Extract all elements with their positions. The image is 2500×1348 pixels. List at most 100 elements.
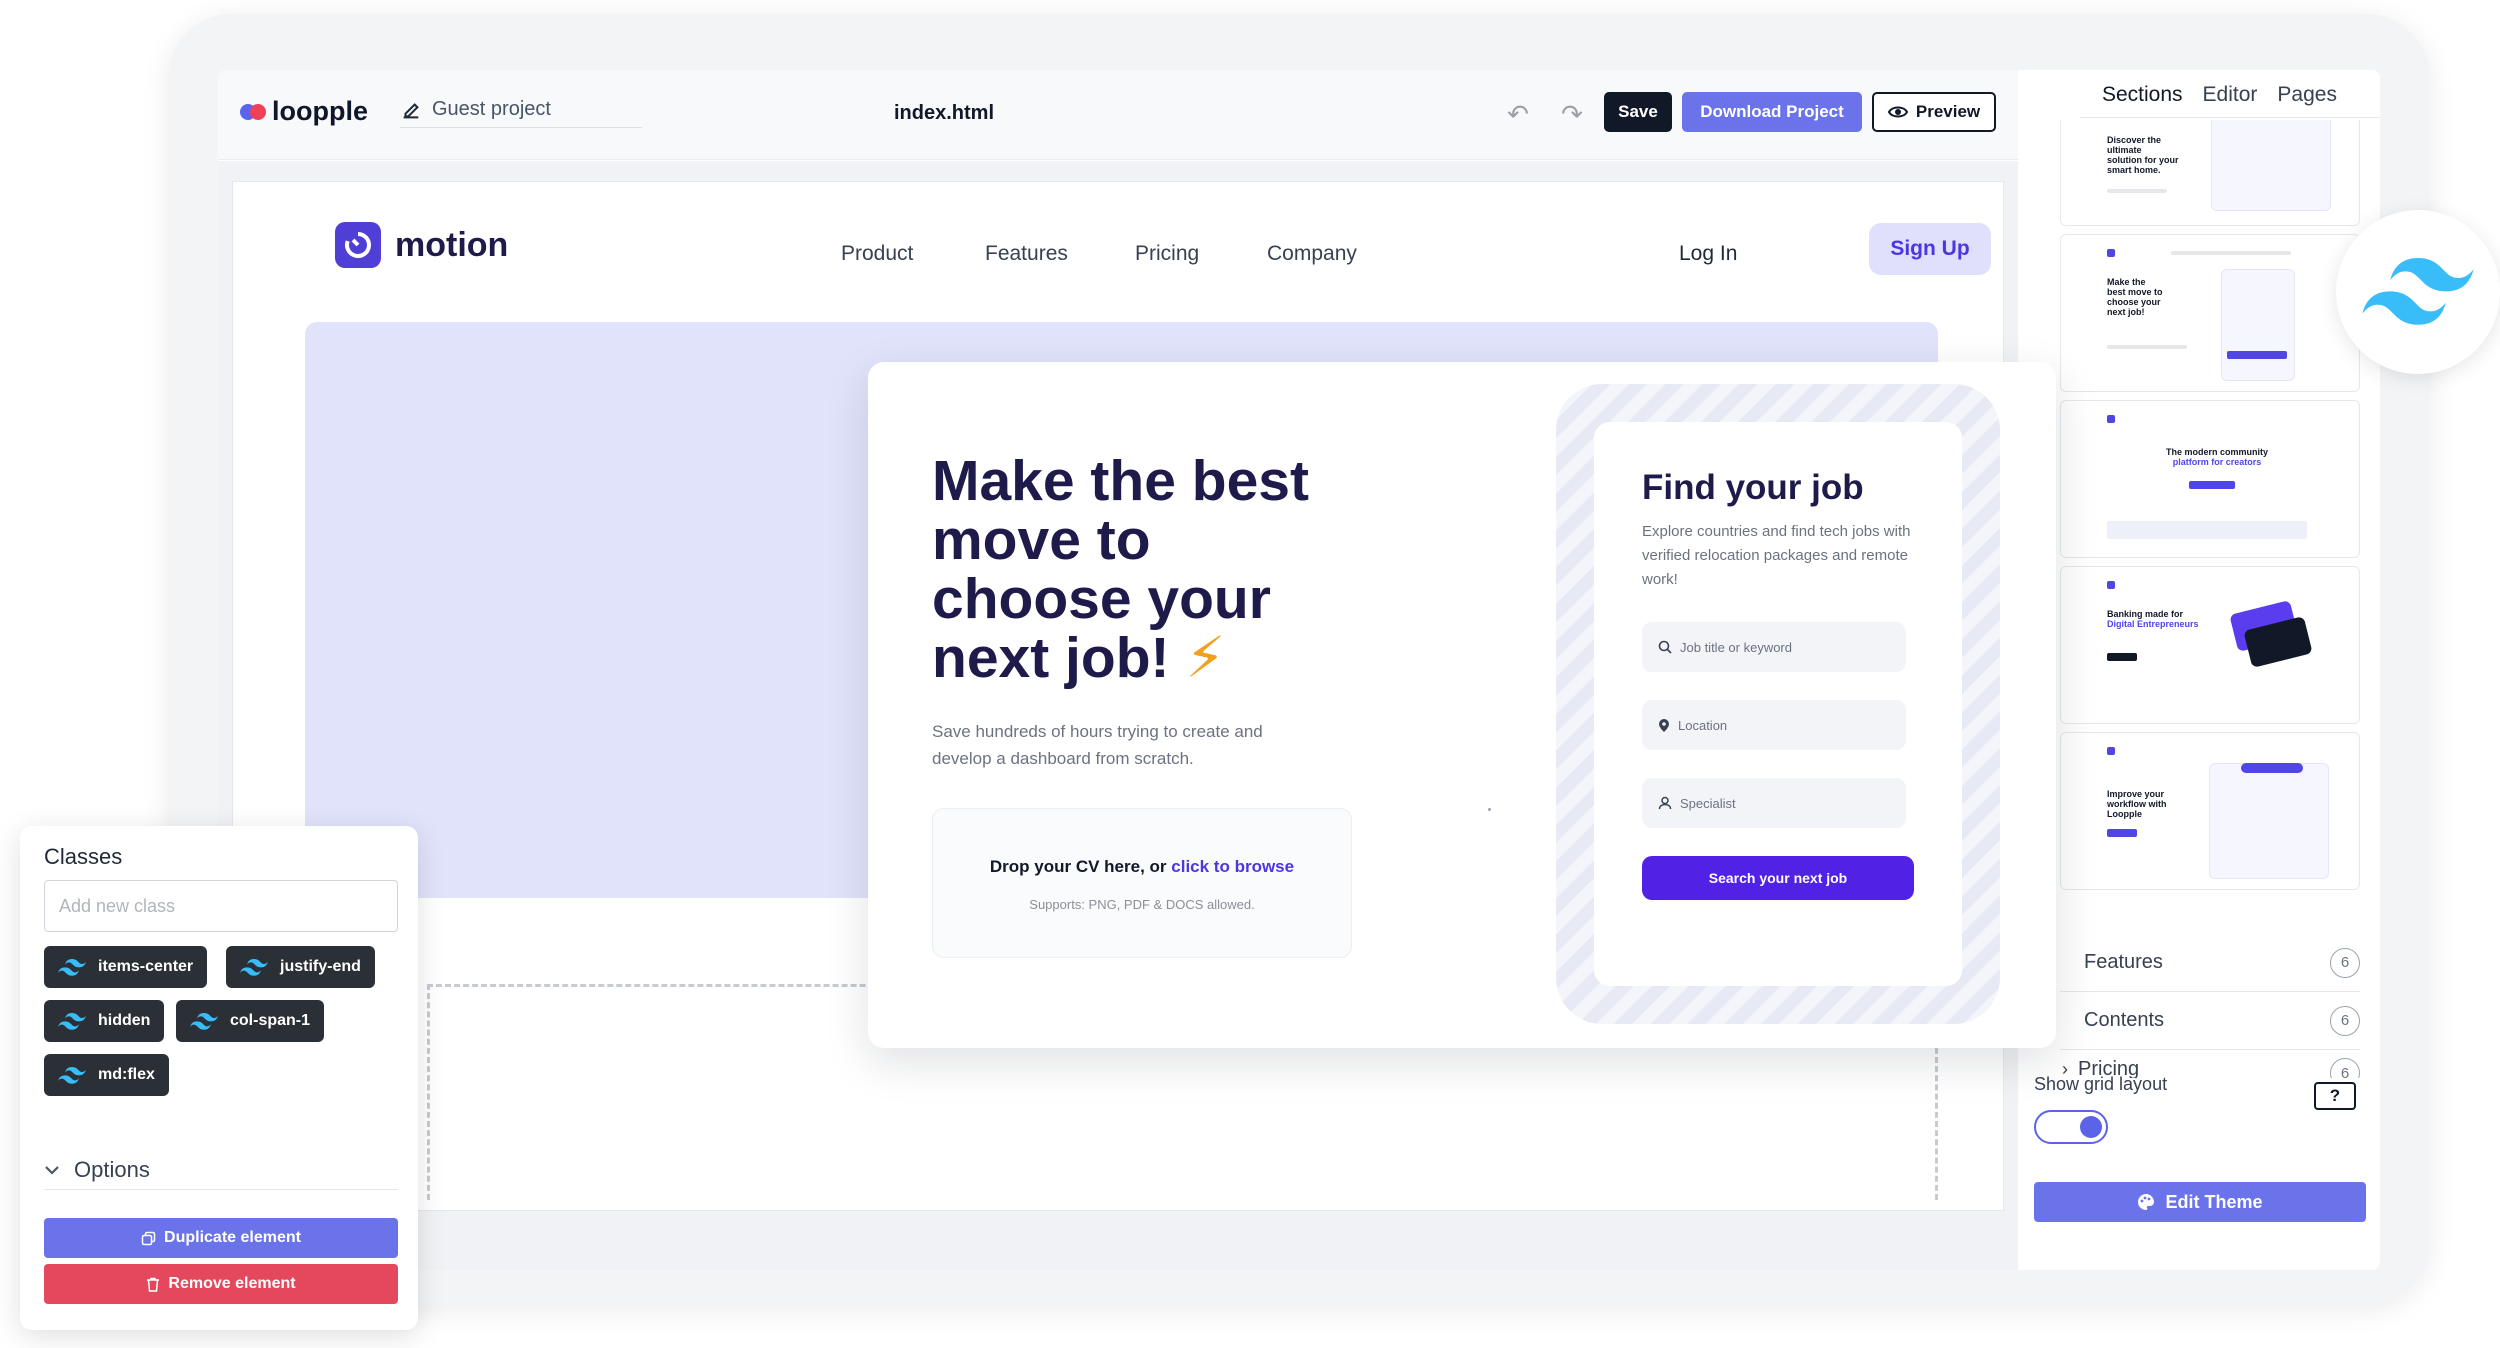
duplicate-label: Duplicate element — [164, 1229, 301, 1246]
category-count: 6 — [2330, 1005, 2360, 1036]
thumb-logo — [2107, 249, 2115, 257]
category-label: Features — [2084, 951, 2163, 973]
edit-theme-button[interactable]: Edit Theme — [2034, 1182, 2366, 1222]
tab-pages[interactable]: Pages — [2277, 83, 2337, 117]
grid-layout-label: Show grid layout — [2034, 1074, 2168, 1094]
tailwind-icon — [58, 1012, 86, 1030]
specialist-input[interactable]: Specialist — [1642, 778, 1906, 828]
loopple-brand-name: loopple — [272, 96, 368, 126]
classes-panel: Classes items-center justify-end hidden … — [20, 826, 418, 1330]
edit-theme-label: Edit Theme — [2165, 1191, 2263, 1212]
signup-button[interactable]: Sign Up — [1869, 223, 1991, 275]
duplicate-element-button[interactable]: Duplicate element — [44, 1218, 398, 1258]
browse-link[interactable]: click to browse — [1171, 857, 1294, 876]
striped-background: Find your job Explore countries and find… — [1556, 384, 2000, 1024]
job-search-card: Find your job Explore countries and find… — [1594, 422, 1962, 986]
job-title-input[interactable]: Job title or keyword — [1642, 622, 1906, 672]
section-thumbnail[interactable]: Discover the ultimate solution for your sma… — [2060, 120, 2360, 226]
chevron-down-icon — [45, 1165, 59, 1175]
trash-icon — [147, 1277, 160, 1292]
motion-logo-icon — [335, 222, 381, 268]
options-label: Options — [74, 1156, 150, 1182]
copy-icon — [141, 1231, 156, 1245]
thumb-nav — [2171, 251, 2291, 255]
category-features[interactable]: Features 6 — [2060, 934, 2360, 992]
class-chip-label: items-center — [98, 958, 194, 975]
class-chip[interactable]: md:flex — [44, 1054, 169, 1096]
options-toggle[interactable]: Options — [44, 1150, 398, 1190]
cv-upload-box[interactable]: Drop your CV here, or click to browse Su… — [932, 808, 1352, 958]
toggle-knob — [2080, 1116, 2102, 1138]
class-chip[interactable]: hidden — [44, 1000, 165, 1042]
class-chip-label: md:flex — [98, 1066, 155, 1083]
undo-icon[interactable]: ↶ — [1504, 100, 1532, 128]
help-button[interactable]: ? — [2314, 1082, 2356, 1110]
class-chip[interactable]: justify-end — [226, 946, 375, 988]
location-input[interactable]: Location — [1642, 700, 1906, 750]
motion-logo[interactable]: motion — [335, 222, 508, 268]
add-class-input[interactable] — [44, 880, 398, 932]
job-card-title: Find your job — [1642, 468, 1864, 507]
tailwind-icon — [190, 1012, 218, 1030]
save-button[interactable]: Save — [1604, 92, 1672, 132]
location-placeholder: Location — [1678, 717, 1728, 733]
grid-layout-toggle[interactable] — [2034, 1110, 2108, 1144]
thumb-heading: The modern community platform for creator… — [2165, 447, 2268, 467]
motion-brand-name: motion — [395, 225, 509, 264]
download-label: Download Project — [1700, 102, 1844, 121]
download-project-button[interactable]: Download Project — [1682, 92, 1862, 132]
eye-icon — [1887, 106, 1908, 118]
nav-pricing[interactable]: Pricing — [1135, 242, 1199, 266]
project-name-field[interactable]: Guest project — [400, 92, 642, 128]
thumb-logo — [2107, 581, 2115, 589]
thumb-line — [2107, 345, 2187, 349]
nav-company[interactable]: Company — [1267, 242, 1357, 266]
preview-button[interactable]: Preview — [1872, 92, 1996, 132]
class-chip[interactable]: items-center — [44, 946, 208, 988]
search-icon — [1658, 640, 1672, 654]
tailwind-logo-badge — [2336, 210, 2500, 374]
cv-upload-text: Drop your CV here, or click to browse — [989, 857, 1295, 876]
login-link[interactable]: Log In — [1679, 242, 1737, 266]
preview-label: Preview — [1915, 102, 1981, 121]
nav-features[interactable]: Features — [985, 242, 1068, 266]
category-count: 6 — [2330, 1058, 2360, 1078]
thumb-heading: Improve your workflow with Loopple — [2107, 789, 2167, 819]
lightning-icon: ⚡ — [1185, 626, 1226, 690]
hero-subtitle: Save hundreds of hours trying to create … — [932, 722, 1263, 768]
panel-tabs: Sections Editor Pages — [2080, 70, 2380, 118]
signup-label: Sign Up — [1890, 237, 1970, 260]
nav-product[interactable]: Product — [841, 242, 913, 266]
class-chip[interactable]: col-span-1 — [176, 1000, 325, 1042]
loopple-logo[interactable]: loopple — [240, 96, 368, 127]
file-name: index.html — [894, 102, 995, 124]
project-name: Guest project — [432, 98, 551, 120]
redo-icon[interactable]: ↷ — [1558, 100, 1586, 128]
thumb-header-bar — [2241, 763, 2303, 773]
section-thumbnail[interactable]: The modern community platform for creator… — [2060, 400, 2360, 558]
category-contents[interactable]: Contents 6 — [2060, 992, 2360, 1050]
thumb-table — [2107, 521, 2307, 539]
search-job-label: Search your next job — [1708, 870, 1848, 886]
section-thumbnail[interactable]: Make the best move to choose your next job! — [2060, 234, 2360, 392]
edit-icon — [403, 102, 419, 118]
thumb-form-preview — [2221, 269, 2295, 381]
tab-sections[interactable]: Sections — [2102, 83, 2183, 117]
thumb-dashboard-preview — [2211, 120, 2331, 211]
class-chip-label: justify-end — [280, 958, 361, 975]
remove-element-button[interactable]: Remove element — [44, 1264, 398, 1304]
section-thumbnail[interactable]: Banking made for Digital Entrepreneurs — [2060, 566, 2360, 724]
hero-section-card[interactable]: Make the best move to choose your next j… — [868, 362, 2056, 1048]
loopple-logo-icon — [240, 102, 266, 122]
class-chip-label: hidden — [98, 1012, 151, 1029]
tailwind-icon — [58, 1066, 86, 1084]
tab-editor[interactable]: Editor — [2203, 83, 2258, 117]
thumb-button — [2189, 481, 2235, 489]
cv-upload-note: Supports: PNG, PDF & DOCS allowed. — [1029, 897, 1255, 912]
thumb-button — [2107, 829, 2137, 837]
user-icon — [1658, 796, 1672, 810]
section-thumbnail[interactable]: Improve your workflow with Loopple — [2060, 732, 2360, 890]
search-job-button[interactable]: Search your next job — [1642, 856, 1914, 900]
thumb-heading: Make the best move to choose your next job! — [2107, 277, 2163, 317]
tailwind-icon — [2362, 258, 2474, 325]
